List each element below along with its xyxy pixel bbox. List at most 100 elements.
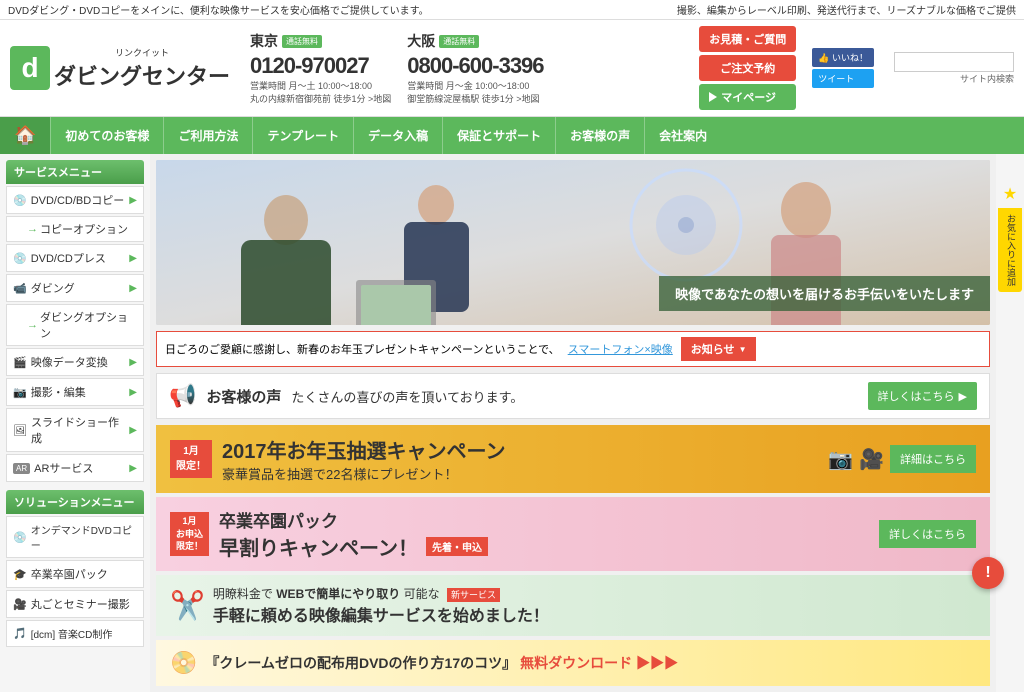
sidebar-item-dvd-copy[interactable]: 💿 DVD/CD/BDコピー ▶ [6,186,144,214]
tripod-icon: 🎥 [859,447,884,472]
logo-text: リンクイット ダビングセンター [54,46,230,91]
osaka-number: 0800-600-3396 [407,53,543,79]
search-label: サイト内検索 [960,72,1014,85]
mitsumori-button[interactable]: お見積・ご質問 [699,26,796,52]
banner1-text: 2017年お年玉抽選キャンペーン 豪華賞品を抽選で22名様にプレゼント！ [222,435,506,483]
banner2-button[interactable]: 詳しくはこちら [879,520,976,548]
slideshow-arrow-icon: ▶ [129,425,137,436]
osaka-address: 御堂筋線淀屋橋駅 徒歩1分 >地図 [407,92,539,105]
nav-item-voice[interactable]: お客様の声 [555,117,644,154]
dvd-press-label: DVD/CDプレス [31,250,106,266]
dvd-press-arrow-icon: ▶ [129,253,137,264]
nav-item-usage[interactable]: ご利用方法 [163,117,252,154]
phone-area: 東京 通話無料 0120-970027 営業時間 月〜土 10:00〜18:00… [250,31,544,105]
voice-button[interactable]: 詳しくはこちら ▶ [868,382,977,410]
nav-item-data[interactable]: データ入稿 [353,117,442,154]
sidebar-item-graduation[interactable]: 🎓 卒業卒園パック [6,560,144,588]
ar-badge: AR [13,463,30,474]
social-buttons: 👍 いいね！ ツイート [812,48,874,88]
banner4-download-text: 無料ダウンロード ▶▶▶ [520,653,678,673]
campaign-button[interactable]: お知らせ ▼ [681,337,757,361]
banner2-subtitle: 早割りキャンペーン！ 先着・申込 [219,532,488,561]
add-bookmark-button[interactable]: お気に入りに追加 [998,208,1022,292]
slideshow-icon: 🖼 [13,424,27,437]
dubbing-label: ダビング [31,280,75,296]
top-bar-right: 撮影、編集からレーベル印刷、発送代行まで、リーズナブルな価格でご提供 [677,2,1016,17]
campaign-bar-text: 日ごろのご愛顧に感謝し、新春のお年玉プレゼントキャンペーンということで、 [165,341,560,357]
slideshow-label: スライドショー作成 [31,414,125,446]
megaphone-icon: 📢 [169,383,196,409]
banner-video-edit[interactable]: ✂️ 明瞭料金で WEBで簡単にやり取り 可能な 新サービス 手軽に頼める映像編… [156,575,990,636]
banner3-line1: 明瞭料金で WEBで簡単にやり取り 可能な 新サービス [213,585,549,602]
filming-label: 撮影・編集 [31,384,86,400]
top-bar-text: DVDダビング・DVDコピーをメインに、便利な映像サービスを安心価格でご提供して… [8,6,429,17]
video-convert-icon: 🎬 [13,356,27,369]
sidebar-item-video-convert[interactable]: 🎬 映像データ変換 ▶ [6,348,144,376]
voice-bar: 📢 お客様の声 たくさんの喜びの声を頂いております。 詳しくはこちら ▶ [156,373,990,419]
nav-item-support[interactable]: 保証とサポート [442,117,555,154]
voice-text: たくさんの喜びの声を頂いております。 [291,387,523,406]
ondemand-icon: 💿 [13,531,27,544]
tweet-button[interactable]: ツイート [812,69,874,88]
voice-label: お客様の声 [206,386,281,407]
solution-menu-section: ソリューションメニュー 💿 オンデマンドDVDコピー 🎓 卒業卒園パック 🎥 丸… [6,490,144,647]
mypage-button[interactable]: マイページ [699,84,796,110]
hero-image: 映像であなたの想いを届けるお手伝いをいたします [156,160,990,325]
banner-download[interactable]: 📀 『クレームゼロの配布用DVDの作り方17のコツ』 無料ダウンロード ▶▶▶ [156,640,990,686]
play-icon [709,92,717,102]
sidebar-item-copy-option[interactable]: コピーオプション [6,216,144,242]
sidebar-item-dubbing-option[interactable]: ダビングオプション [6,304,144,346]
banner3-text: 明瞭料金で WEBで簡単にやり取り 可能な 新サービス 手軽に頼める映像編集サー… [213,585,549,626]
banner1-subtitle: 豪華賞品を抽選で22名様にプレゼント！ [222,464,506,483]
nav-item-company[interactable]: 会社案内 [644,117,721,154]
sidebar-item-ondemand[interactable]: 💿 オンデマンドDVDコピー [6,516,144,558]
nav-home-button[interactable]: 🏠 [0,117,50,154]
banner2-text: 卒業卒園パック 早割りキャンペーン！ 先着・申込 [219,507,488,561]
main-layout: サービスメニュー 💿 DVD/CD/BDコピー ▶ コピーオプション 💿 DVD… [0,154,1024,692]
ondemand-label: オンデマンドDVDコピー [31,522,137,552]
sidebar-item-seminar[interactable]: 🎥 丸ごとセミナー撮影 [6,590,144,618]
chyumon-button[interactable]: ご注文予約 [699,55,796,81]
campaign-button-label: お知らせ [691,341,735,357]
solution-menu-title: ソリューションメニュー [6,490,144,514]
star-icon: ★ [1003,186,1017,203]
nav-item-template[interactable]: テンプレート [252,117,353,154]
dubbing-arrow-icon: ▶ [129,283,137,294]
hero-text: 映像であなたの想いを届けるお手伝いをいたします [659,276,990,311]
service-menu-title: サービスメニュー [6,160,144,184]
logo-ruby: リンクイット [54,46,230,59]
osaka-phone: 大阪 通話無料 0800-600-3396 営業時間 月〜金 10:00〜18:… [407,31,543,105]
sidebar: サービスメニュー 💿 DVD/CD/BDコピー ▶ コピーオプション 💿 DVD… [0,154,150,692]
dubbing-icon: 📹 [13,282,27,295]
main-nav: 🏠 初めてのお客様 ご利用方法 テンプレート データ入稿 保証とサポート お客様… [0,117,1024,154]
banner-newyear[interactable]: 1月限定！ 2017年お年玉抽選キャンペーン 豪華賞品を抽選で22名様にプレゼン… [156,425,990,493]
banner3-subtitle: 手軽に頼める映像編集サービスを始めました！ [213,602,549,626]
sidebar-item-dubbing[interactable]: 📹 ダビング ▶ [6,274,144,302]
right-sidebar: ★ お気に入りに追加 [996,154,1024,692]
mypage-label: マイページ [721,89,776,105]
sidebar-item-ar[interactable]: AR ARサービス ▶ [6,454,144,482]
camera-icon: 📷 [828,447,853,472]
banner2-month-badge: 1月お申込限定！ [170,512,209,556]
dvd-copy-label: DVD/CD/BDコピー [31,192,125,208]
video-convert-arrow-icon: ▶ [129,357,137,368]
video-convert-label: 映像データ変換 [31,354,108,370]
tokyo-number: 0120-970027 [250,53,369,79]
sidebar-item-slideshow[interactable]: 🖼 スライドショー作成 ▶ [6,408,144,452]
main-content: 映像であなたの想いを届けるお手伝いをいたします 日ごろのご愛顧に感謝し、新春のお… [150,154,996,692]
campaign-link[interactable]: スマートフォン×映像 [568,341,673,357]
music-label: [dcm] 音楽CD制作 [31,626,113,641]
banner3-badge: 新サービス [447,588,500,602]
sidebar-item-music-cd[interactable]: 🎵 [dcm] 音楽CD制作 [6,620,144,647]
sidebar-item-filming[interactable]: 📷 撮影・編集 ▶ [6,378,144,406]
banner2-title: 卒業卒園パック [219,507,488,532]
nav-item-first[interactable]: 初めてのお客様 [50,117,163,154]
sidebar-item-dvd-press[interactable]: 💿 DVD/CDプレス ▶ [6,244,144,272]
banner-graduation[interactable]: 1月お申込限定！ 卒業卒園パック 早割りキャンペーン！ 先着・申込 詳しくはこち… [156,497,990,571]
graduation-icon: 🎓 [13,568,27,581]
alert-button[interactable]: ! [972,557,1004,589]
banner1-button[interactable]: 詳細はこちら [890,445,976,473]
action-area: お見積・ご質問 ご注文予約 マイページ [699,26,796,110]
search-input[interactable] [894,52,1014,72]
like-button[interactable]: 👍 いいね！ [812,48,874,67]
